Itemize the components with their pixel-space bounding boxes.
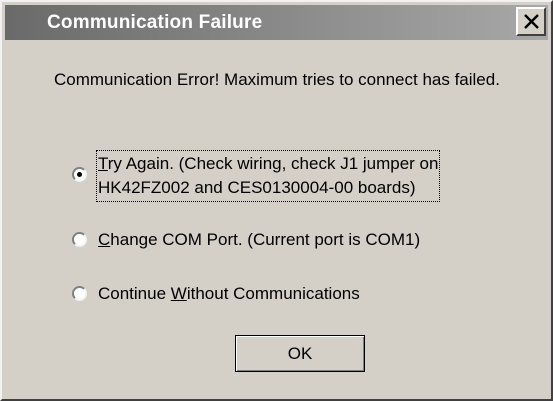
continue-without-communications-radio[interactable] xyxy=(72,286,87,301)
try-again-label[interactable]: Try Again. (Check wiring, check J1 jumpe… xyxy=(95,150,441,202)
title-bar: Communication Failure xyxy=(5,5,548,40)
continue-without-communications-label[interactable]: Continue Without Communications xyxy=(98,282,360,306)
error-message: Communication Error! Maximum tries to co… xyxy=(54,70,500,89)
continue-label-text: ithout Communications xyxy=(186,284,360,303)
change-com-port-mnemonic: C xyxy=(98,230,111,249)
change-com-port-label[interactable]: Change COM Port. (Current port is COM1) xyxy=(98,228,420,252)
window-title: Communication Failure xyxy=(47,12,263,33)
ok-button[interactable]: OK xyxy=(235,335,365,372)
try-again-radio[interactable] xyxy=(72,167,87,182)
change-com-port-radio[interactable] xyxy=(72,232,87,247)
try-again-label-text: ry Again. (Check wiring, check J1 jumper… xyxy=(107,154,439,173)
try-again-mnemonic: T xyxy=(98,154,108,173)
continue-mnemonic: W xyxy=(170,284,187,303)
change-com-port-label-text: hange COM Port. (Current port is COM1) xyxy=(110,230,421,249)
try-again-label-line2: HK42FZ002 and CES0130004-00 boards) xyxy=(98,178,416,197)
communication-failure-dialog: Communication Failure Communication Erro… xyxy=(0,0,553,401)
close-icon xyxy=(524,14,539,29)
radio-selected-dot xyxy=(77,172,82,177)
close-button[interactable] xyxy=(516,7,546,36)
continue-label-prefix: Continue xyxy=(98,284,171,303)
